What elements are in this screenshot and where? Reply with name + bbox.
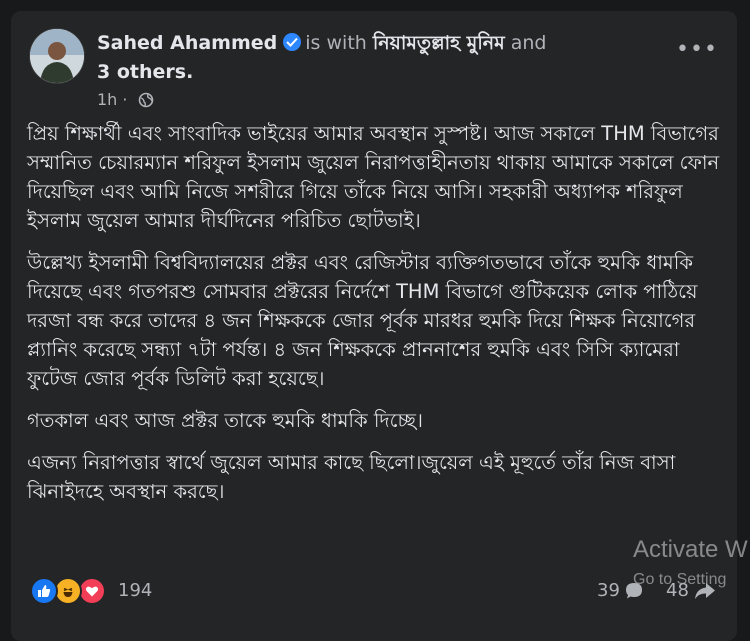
post-paragraph: উল্লেখ্য ইসলামী বিশ্ববিদ্যালয়ের প্রক্টর… (27, 251, 698, 390)
post-header: Sahed Ahammed is with নিয়ামতুল্লাহ মুনিম… (97, 29, 637, 87)
verified-badge-icon (283, 33, 302, 51)
post-meta: 1h · (97, 90, 154, 113)
love-icon (78, 577, 106, 605)
comment-count[interactable]: 39 (597, 580, 620, 601)
author-avatar[interactable] (30, 29, 84, 83)
and-label: and (510, 32, 547, 54)
post-paragraph: গতকাল এবং আজ প্রক্টর তাকে হুমকি ধামকি দি… (27, 409, 423, 432)
globe-icon[interactable] (138, 92, 154, 113)
like-icon (30, 577, 58, 605)
post-body: প্রিয় শিক্ষার্থী এবং সাংবাদিক ভাইয়ের আ… (27, 119, 727, 519)
reaction-count[interactable]: 194 (118, 580, 152, 601)
haha-icon (54, 577, 82, 605)
others-link[interactable]: 3 others. (97, 61, 193, 83)
share-icon[interactable] (694, 581, 716, 605)
post-paragraph: প্রিয় শিক্ষার্থী এবং সাংবাদিক ভাইয়ের আ… (27, 122, 720, 232)
author-name[interactable]: Sahed Ahammed (97, 32, 277, 54)
activation-watermark-title: Activate W (633, 536, 748, 563)
meta-separator: · (122, 90, 128, 109)
is-with-label: is with (305, 32, 367, 54)
post-paragraph: এজন্য নিরাপত্তার স্বার্থে জুয়েল আমার কা… (27, 451, 676, 503)
post-footer: 194 39 48 (30, 577, 730, 607)
tagged-person[interactable]: নিয়ামতুল্লাহ মুনিম (373, 32, 505, 54)
more-options-icon[interactable]: ••• (676, 39, 717, 61)
post-time[interactable]: 1h (97, 90, 117, 109)
comment-icon[interactable] (624, 581, 644, 605)
share-count[interactable]: 48 (666, 580, 689, 601)
